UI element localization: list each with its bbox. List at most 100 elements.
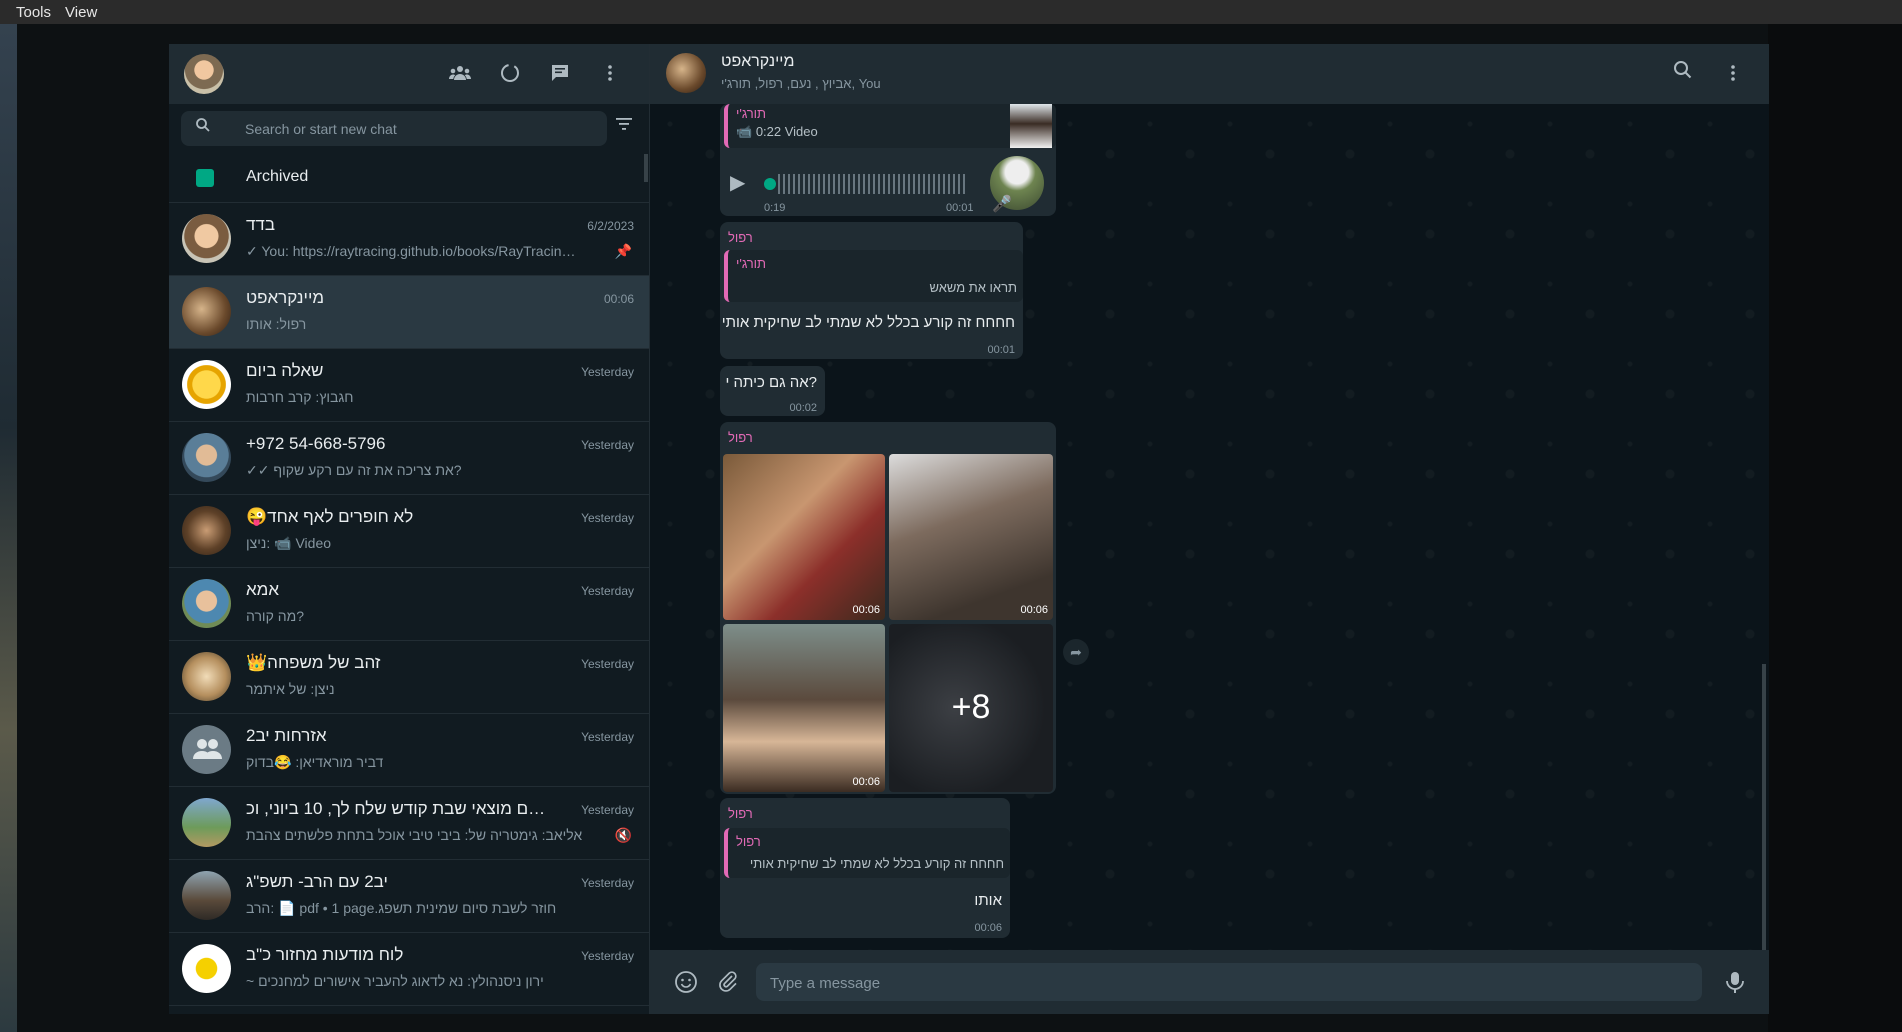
conversation-title: מיינקראפט <box>721 53 795 70</box>
archived-row[interactable]: Archived <box>169 154 649 203</box>
message-bubble[interactable]: רפול תורג'י תראו את משאש חחחח זה קורע בכ… <box>720 222 1023 359</box>
pin-icon: 📌 <box>614 243 632 259</box>
mic-icon: 🎤 <box>992 196 1012 213</box>
conversation-header[interactable]: מיינקראפט אביוץ , נעם, רפול, תורג'י, You <box>650 44 1769 104</box>
avatar <box>182 287 231 336</box>
search-icon <box>195 117 211 138</box>
mic-icon[interactable] <box>1724 970 1746 1000</box>
chat-item[interactable]: לוח מודעות מחזור כ"ב Yesterday ~ ירון ני… <box>169 933 649 1006</box>
chat-time: Yesterday <box>581 657 634 671</box>
quote-sender: תורג'י <box>736 106 767 121</box>
messages-area: תורג'י 📹 0:22 Video ▶ 0:19 00:01 🎤 רפול … <box>650 104 1769 1004</box>
chat-item[interactable]: היום מוצאי שבת קודש שלח לך, 10 ביוני, וכ… <box>169 787 649 860</box>
chat-list-scrollbar[interactable] <box>644 154 648 182</box>
chat-preview: רפול: אותו <box>246 316 307 332</box>
message-text: אה גם כיתה י? <box>725 374 817 391</box>
menu-view[interactable]: View <box>59 4 105 21</box>
photo-time: 00:06 <box>852 776 880 788</box>
album-photo[interactable]: 00:06 <box>723 454 885 620</box>
photo-album-bubble[interactable]: רפול 00:06 00:06 00:06 +8 <box>720 422 1056 794</box>
chat-item[interactable]: אזרחות יב2 Yesterday דביר מוראדיאן: 😂בדו… <box>169 714 649 787</box>
chat-item[interactable]: שאלה ביום Yesterday חגבוץ: קרב חרבות <box>169 349 649 422</box>
album-photo[interactable]: 00:06 <box>889 454 1053 620</box>
photo-time: 00:06 <box>852 604 880 616</box>
chat-preview: ✓ You: https://raytracing.github.io/book… <box>246 243 576 259</box>
avatar <box>182 798 231 847</box>
message-input[interactable] <box>768 970 1672 996</box>
forward-icon[interactable]: ➦ <box>1063 639 1089 665</box>
chat-time: Yesterday <box>581 511 634 525</box>
message-text: אותו <box>974 892 1002 909</box>
communities-icon[interactable] <box>447 61 473 87</box>
album-more-tile[interactable]: +8 <box>889 624 1053 792</box>
avatar <box>182 579 231 628</box>
chat-item[interactable]: +972 54-668-5796 Yesterday ✓✓ את צריכה א… <box>169 422 649 495</box>
quoted-message[interactable]: רפול חחחח זה קורע בכלל לא שמתי לב שחיקית… <box>724 828 1010 878</box>
menu-tools[interactable]: Tools <box>0 4 59 21</box>
chat-time: Yesterday <box>581 730 634 744</box>
chat-item-selected[interactable]: מיינקראפט 00:06 רפול: אותו <box>169 276 649 349</box>
menu-icon[interactable] <box>597 61 623 87</box>
desktop-right-area <box>1768 24 1902 1032</box>
chat-list-header <box>169 44 649 104</box>
search-input[interactable] <box>243 115 587 143</box>
message-bubble[interactable]: אה גם כיתה י? 00:02 <box>720 366 825 416</box>
chat-name: +972 54-668-5796 <box>246 434 386 453</box>
conversation-panel: מיינקראפט אביוץ , נעם, רפול, תורג'י, You… <box>650 44 1769 1014</box>
emoji-icon[interactable] <box>674 970 698 1000</box>
menu-icon[interactable] <box>1720 61 1746 87</box>
chat-name: מיינקראפט <box>246 288 325 307</box>
chat-item[interactable]: אמא Yesterday מה קורה? <box>169 568 649 641</box>
search-row <box>169 104 649 154</box>
desktop-wallpaper-strip <box>0 24 17 1032</box>
group-avatar[interactable] <box>666 53 706 93</box>
group-avatar <box>182 725 231 774</box>
chat-name: לוח מודעות מחזור כ"ב <box>246 945 404 964</box>
voice-message-bubble[interactable]: תורג'י 📹 0:22 Video ▶ 0:19 00:01 🎤 <box>720 104 1056 216</box>
message-text: חחחח זה קורע בכלל לא שמתי לב שחיקית אותי <box>721 314 1015 331</box>
quote-text: תראו את משאש <box>929 280 1017 295</box>
attach-icon[interactable] <box>716 970 740 1000</box>
new-chat-icon[interactable] <box>547 61 573 87</box>
quoted-message[interactable]: תורג'י 📹 0:22 Video <box>724 104 1056 148</box>
chat-name: 👑זהב של משפחה <box>246 653 381 672</box>
my-avatar[interactable] <box>184 54 224 94</box>
album-more-count: +8 <box>951 688 991 726</box>
message-time: 00:06 <box>974 922 1002 934</box>
search-icon[interactable] <box>1670 60 1696 86</box>
message-sender: רפול <box>728 806 753 821</box>
filter-icon[interactable] <box>616 116 632 136</box>
album-photo[interactable]: 00:06 <box>723 624 885 792</box>
chat-time: Yesterday <box>581 803 634 817</box>
voice-progress-handle[interactable] <box>764 178 776 190</box>
archive-icon <box>196 169 214 187</box>
chat-name: 😜לא חופרים לאף אחד <box>246 507 414 526</box>
chat-item[interactable]: 👑זהב של משפחה Yesterday ניצן: של איתמר <box>169 641 649 714</box>
chat-item[interactable]: יב2 עם הרב- תשפ"ג Yesterday הרב: 📄 pdf •… <box>169 860 649 933</box>
chat-list-panel: Archived בדד 6/2/2023 ✓ You: https://ray… <box>169 44 650 1014</box>
status-icon[interactable] <box>497 61 523 87</box>
chat-time: Yesterday <box>581 365 634 379</box>
message-time: 00:01 <box>946 202 974 214</box>
chat-preview: מה קורה? <box>246 608 305 624</box>
chat-item[interactable]: בדד 6/2/2023 ✓ You: https://raytracing.g… <box>169 203 649 276</box>
quoted-message[interactable]: תורג'י תראו את משאש <box>724 250 1023 302</box>
chat-time: Yesterday <box>581 949 634 963</box>
chat-item[interactable]: 😜לא חופרים לאף אחד Yesterday ניצן: 📹 Vid… <box>169 495 649 568</box>
video-icon: 📹 <box>736 124 753 139</box>
quote-text: חחחח זה קורע בכלל לא שמתי לב שחיקית אותי <box>749 856 1004 871</box>
search-box <box>181 111 607 146</box>
chat-name: יב2 עם הרב- תשפ"ג <box>246 872 388 891</box>
message-bubble[interactable]: רפול רפול חחחח זה קורע בכלל לא שמתי לב ש… <box>720 798 1010 938</box>
chat-preview: ניצן: 📹 Video <box>246 535 332 551</box>
voice-waveform[interactable] <box>778 174 968 194</box>
chat-preview: ✓✓ את צריכה את זה עם רקע שקוף? <box>246 462 462 478</box>
archived-label: Archived <box>246 168 309 185</box>
avatar <box>182 652 231 701</box>
chat-time: Yesterday <box>581 876 634 890</box>
message-input-box[interactable] <box>756 963 1702 1001</box>
quote-sender: תורג'י <box>736 256 767 271</box>
chat-preview: אליאב: גימטריה של: ביבי טיבי אוכל בתחת פ… <box>246 827 583 843</box>
avatar <box>182 506 231 555</box>
play-icon[interactable]: ▶ <box>730 170 745 195</box>
